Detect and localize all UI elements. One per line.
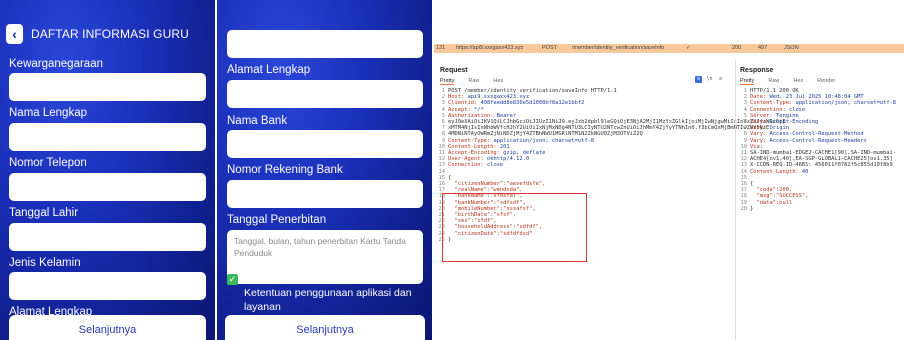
line-text: "msg":"SUCCESS", xyxy=(750,193,809,200)
line-text: POST /member/identity_verification/saveI… xyxy=(448,88,617,94)
line-text: Clientid: 408feedd8e836e5d1008bf8a12e1bb… xyxy=(448,100,585,107)
line-text: Server: Tengine xyxy=(750,112,799,119)
agree-checkbox[interactable]: ✓ xyxy=(227,274,238,285)
alamat-lengkap-input[interactable] xyxy=(227,80,423,108)
history-url: /member/identity_verification/saveInfo xyxy=(572,45,665,51)
line-text: "data":null xyxy=(750,199,793,206)
line-text: { xyxy=(750,181,754,188)
nama-bank-input[interactable] xyxy=(227,130,423,158)
history-host: https://api9.sxxgaxx423.xyz xyxy=(456,45,524,51)
chevron-left-icon: ‹ xyxy=(12,26,17,42)
history-row-selected[interactable]: 131 https://api9.sxxgaxx423.xyz POST /me… xyxy=(434,44,904,53)
page-title: DAFTAR INFORMASI GURU xyxy=(31,27,189,41)
left-phone-screen: ‹ DAFTAR INFORMASI GURU Kewarganegaraan … xyxy=(0,0,215,340)
tab-raw[interactable]: Raw xyxy=(768,78,779,85)
line-text: ACHE4[ov1,40],EA-SGP-GLOBAL1-CACHE25[ov1… xyxy=(750,156,893,163)
response-body: 1 HTTP/1.1 200 OK 2 Date: Wed, 23 Jul 2025 … xyxy=(740,88,897,212)
line-text: Accept-Encoding: gzip, deflate xyxy=(448,150,546,157)
label-tanggal-lahir: Tanggal Lahir xyxy=(9,207,79,219)
line-text: Connection: close xyxy=(448,162,504,169)
wrap-icon[interactable]: ≡ xyxy=(695,76,702,83)
line-text: Content-Length: 40 xyxy=(750,168,809,175)
history-id: 131 xyxy=(436,45,446,51)
label-kewarganegaraan: Kewarganegaraan xyxy=(9,58,103,70)
check-icon: ✓ xyxy=(228,274,237,284)
label-nomor-telepon: Nomor Telepon xyxy=(9,157,87,169)
line-text: HTTP/1.1 200 OK xyxy=(750,88,799,94)
agree-row: ✓ Saya setuju dengan Syarat dan Ketentua… xyxy=(227,272,427,314)
line-text: SA-IND-mumbai-EDGE2-CACHE1[90],SA-IND-mu… xyxy=(750,150,897,157)
line-text: } xyxy=(750,205,754,212)
nama-lengkap-input[interactable] xyxy=(9,123,206,151)
response-label: Response xyxy=(740,67,774,74)
line-text: Host: api9.sxxgaxx423.xyz xyxy=(448,94,530,101)
line-text: "code":200, xyxy=(750,187,793,194)
line-text: xMTM4NjIsInNhbWVfcHJhY2UiOiIxNjMxNDg4NTU… xyxy=(448,125,770,132)
request-tabs: Pretty Raw Hex xyxy=(440,78,503,85)
line-text: Vary: Access-Control-Request-Method xyxy=(750,131,864,138)
line-text: Connection: close xyxy=(750,106,806,113)
tab-hex[interactable]: Hex xyxy=(793,78,803,85)
status-bar xyxy=(0,0,215,18)
line-text: Date: Wed, 23 Jul 2025 10:48:04 GMT xyxy=(750,94,864,101)
label-alamat-lengkap: Alamat Lengkap xyxy=(227,64,311,76)
tanggal-lahir-input[interactable] xyxy=(9,223,206,251)
nomor-rekening-input[interactable] xyxy=(227,180,423,208)
response-line: 20} xyxy=(740,206,896,212)
right-phone-screen: Alamat Lengkap Nama Bank Nomor Rekening … xyxy=(217,0,432,340)
history-mime: JSON xyxy=(784,45,799,51)
label-jenis-kelamin: Jenis Kelamin xyxy=(9,257,81,269)
proxy-tool: 131 https://api9.sxxgaxx423.xyz POST /me… xyxy=(434,0,904,340)
line-text: "citizenNumber":"aevefdsfe", xyxy=(448,181,546,188)
line-text: { xyxy=(448,174,452,181)
json-highlight-box xyxy=(442,193,587,262)
label-nama-bank: Nama Bank xyxy=(227,115,288,127)
history-status: 200 xyxy=(732,45,742,51)
newline-icon[interactable]: \n xyxy=(706,76,713,83)
response-tabs: Pretty Raw Hex Render xyxy=(740,78,835,85)
line-text: Vary: Origin xyxy=(750,125,789,132)
line-number: 20 xyxy=(740,205,748,212)
line-text: Content-Type: application/json; charset=… xyxy=(448,137,595,144)
line-text: X-CCDN-REQ-ID-46B1: 456011f0782f5c855d10… xyxy=(750,162,893,169)
history-length: 497 xyxy=(758,45,768,51)
line-text: Via: xyxy=(750,143,763,150)
line-text: Vary: Accept-Encoding xyxy=(750,119,819,126)
title-bar: ‹ DAFTAR INFORMASI GURU xyxy=(6,24,189,44)
line-text: Accept: */* xyxy=(448,106,484,113)
line-text: Authorization: Bearer xyxy=(448,112,517,119)
line-text: Vary: Access-Control-Request-Headers xyxy=(750,137,867,144)
line-text: 4MDNiNTAyOWRmZjNiNDZjMjY4ZTBhNWU1MGRlNTM… xyxy=(448,131,643,138)
next-button[interactable]: Selanjutnya xyxy=(225,315,425,340)
pane-divider[interactable] xyxy=(735,60,736,340)
history-method: POST xyxy=(542,45,557,51)
jenis-kelamin-input[interactable] xyxy=(9,272,206,300)
request-label: Request xyxy=(440,67,468,74)
tab-pretty[interactable]: Pretty xyxy=(740,78,755,85)
tab-render[interactable]: Render xyxy=(817,78,835,85)
agree-text: Saya setuju dengan Syarat dan Ketentuan … xyxy=(244,273,412,313)
label-nomor-rekening: Nomor Rekening Bank xyxy=(227,164,343,176)
tab-hex[interactable]: Hex xyxy=(493,78,503,85)
label-nama-lengkap: Nama Lengkap xyxy=(9,107,87,119)
nomor-telepon-input[interactable] xyxy=(9,173,206,201)
label-tanggal-penerbitan: Tanggal Penerbitan xyxy=(227,214,327,226)
menu-icon[interactable]: ≡ xyxy=(717,76,724,83)
line-text: User-Agent: okhttp/4.12.0 xyxy=(448,156,530,163)
kewarganegaraan-input[interactable] xyxy=(9,73,206,101)
back-button[interactable]: ‹ xyxy=(6,24,23,44)
line-text: Content-Type: application/json; charset=… xyxy=(750,100,897,107)
next-button[interactable]: Selanjutnya xyxy=(9,315,206,340)
previous-input[interactable] xyxy=(227,30,423,58)
view-icons: ≡ \n ≡ xyxy=(695,76,724,83)
tab-pretty[interactable]: Pretty xyxy=(440,78,455,85)
status-bar xyxy=(217,0,432,18)
tab-raw[interactable]: Raw xyxy=(468,78,479,85)
line-text: Content-Length: 201 xyxy=(448,143,510,150)
history-edited: ✓ xyxy=(686,45,691,51)
